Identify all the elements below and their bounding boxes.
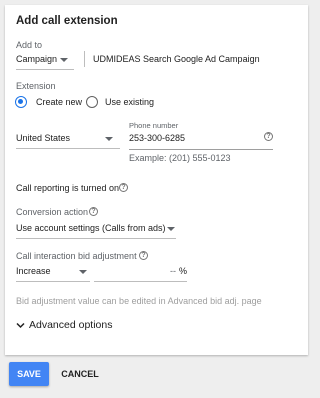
conversion-action-label: Conversion action: [16, 207, 89, 217]
dropdown-underline: [16, 148, 120, 149]
campaign-name: UDMIDEAS Search Google Ad Campaign: [93, 54, 260, 64]
radio-use-existing[interactable]: Use existing: [86, 96, 166, 110]
chevron-down-icon: [16, 322, 25, 329]
chevron-down-icon: [105, 137, 113, 141]
bid-value-field[interactable]: -- %: [94, 265, 187, 283]
help-icon[interactable]: ?: [89, 207, 98, 216]
phone-example: Example: (201) 555-0123: [129, 153, 231, 163]
advanced-options-label: Advanced options: [29, 319, 113, 331]
help-icon[interactable]: ?: [139, 251, 148, 260]
phone-number-field[interactable]: 253-300-6285: [129, 133, 273, 151]
field-underline: [129, 149, 273, 150]
bid-value-placeholder: --: [170, 266, 176, 276]
dropdown-underline: [16, 69, 74, 70]
bid-direction-value: Increase: [16, 266, 51, 276]
add-to-dropdown[interactable]: Campaign: [16, 53, 74, 71]
country-value: United States: [16, 133, 71, 143]
dropdown-underline: [16, 281, 90, 282]
field-underline: [94, 281, 187, 282]
divider: [84, 51, 85, 67]
radio-create-new[interactable]: Create new: [15, 96, 87, 110]
call-reporting-text: Call reporting is turned on: [16, 183, 120, 193]
radio-unselected-icon: [86, 96, 98, 108]
add-call-extension-dialog: Add call extension Add to Campaign UDMID…: [5, 5, 308, 355]
save-button[interactable]: SAVE: [9, 362, 49, 386]
country-dropdown[interactable]: United States: [16, 132, 120, 150]
help-icon[interactable]: ?: [119, 183, 128, 192]
advanced-options-toggle[interactable]: Advanced options: [16, 319, 116, 333]
chevron-down-icon: [60, 58, 68, 62]
phone-number-value: 253-300-6285: [129, 133, 186, 143]
bid-adjustment-label: Call interaction bid adjustment: [16, 251, 137, 261]
cancel-button[interactable]: CANCEL: [55, 362, 105, 386]
radio-selected-icon: [15, 96, 27, 108]
bid-adjustment-note: Bid adjustment value can be edited in Ad…: [16, 296, 262, 306]
add-to-value: Campaign: [16, 54, 58, 64]
phone-number-label: Phone number: [129, 121, 179, 130]
radio-use-existing-label: Use existing: [105, 97, 155, 107]
bid-direction-dropdown[interactable]: Increase: [16, 265, 90, 283]
add-to-label: Add to: [16, 40, 43, 50]
conversion-action-dropdown[interactable]: Use account settings (Calls from ads): [16, 222, 176, 240]
chevron-down-icon: [167, 227, 175, 231]
dialog-title: Add call extension: [16, 15, 118, 27]
radio-create-new-label: Create new: [36, 97, 83, 107]
help-icon[interactable]: ?: [264, 132, 273, 141]
dropdown-underline: [16, 238, 176, 239]
chevron-down-icon: [79, 270, 87, 274]
conversion-action-value: Use account settings (Calls from ads): [16, 223, 166, 233]
bid-unit: %: [179, 266, 188, 276]
extension-label: Extension: [16, 81, 56, 91]
